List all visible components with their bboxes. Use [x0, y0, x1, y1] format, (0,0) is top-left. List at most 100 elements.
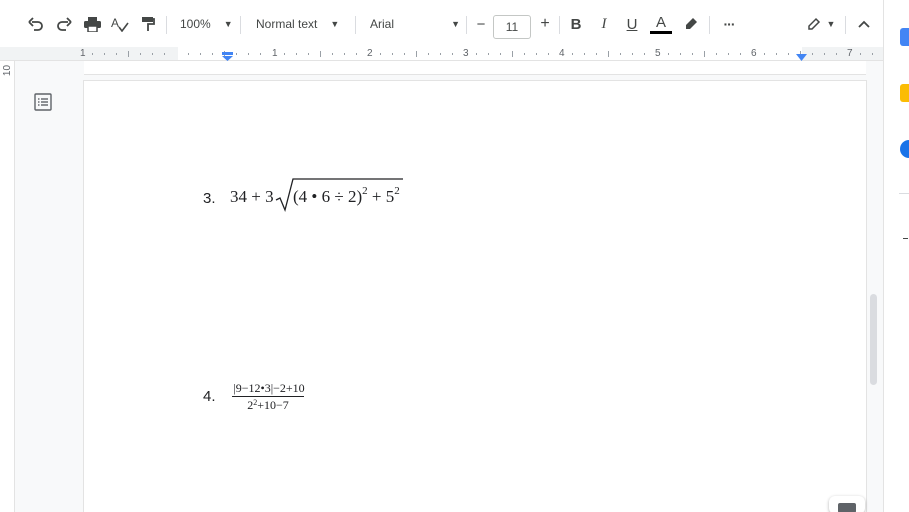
equation-3[interactable]: 34 + 3 — [230, 187, 274, 207]
ruler-tick — [692, 53, 693, 55]
ruler-tick — [872, 53, 873, 55]
text-color-button[interactable]: A — [649, 12, 673, 36]
equation-3-radicand: (4 • 6 ÷ 2)2 + 52 — [293, 185, 400, 207]
side-panel — [883, 0, 909, 512]
ruler-half-tick — [704, 51, 705, 57]
ruler-tick — [524, 53, 525, 55]
toolbar-divider — [166, 16, 167, 34]
paragraph-style-select[interactable]: Normal text ▼ — [256, 12, 348, 36]
keep-icon[interactable] — [900, 84, 909, 102]
collapse-menus-icon[interactable] — [853, 12, 875, 36]
ruler-margin-right — [802, 47, 883, 60]
ruler-tick — [716, 53, 717, 55]
chevron-down-icon: ▼ — [826, 19, 836, 29]
ruler-number: 2 — [367, 48, 373, 59]
svg-text:A: A — [111, 16, 119, 30]
ruler-number: 1 — [272, 48, 278, 59]
vertical-ruler[interactable]: 10 — [0, 61, 15, 512]
decrease-font-size-button[interactable]: − — [471, 12, 491, 36]
ruler-tick — [728, 53, 729, 55]
toolbar: A 100% ▼ Normal text ▼ Arial ▼ − 11 + B … — [0, 0, 883, 47]
ruler-tick — [488, 53, 489, 55]
ruler-tick — [500, 53, 501, 55]
ruler-tick — [92, 53, 93, 55]
ruler-tick — [764, 53, 765, 55]
equation-3-exponent: 2 — [362, 185, 368, 197]
equation-3-radicand-base: (4 • 6 ÷ 2) — [293, 187, 363, 206]
ruler-tick — [428, 53, 429, 55]
font-size-input[interactable]: 11 — [493, 15, 531, 39]
ruler-tick — [344, 53, 345, 55]
equation-3-prefix: 34 + 3 — [230, 187, 274, 206]
side-panel-divider — [899, 193, 909, 194]
ruler-half-tick — [320, 51, 321, 57]
italic-button[interactable]: I — [593, 12, 615, 36]
ruler-tick — [164, 53, 165, 55]
indent-marker-right[interactable] — [796, 54, 807, 61]
ruler-tick — [260, 53, 261, 55]
font-select[interactable]: Arial ▼ — [370, 12, 460, 36]
ruler-tick — [188, 53, 189, 55]
ruler-number: 3 — [463, 48, 469, 59]
ruler-tick — [632, 53, 633, 55]
ruler-tick — [356, 53, 357, 55]
ruler-tick — [200, 53, 201, 55]
increase-font-size-button[interactable]: + — [535, 12, 555, 36]
ruler-tick — [824, 53, 825, 55]
font-value: Arial — [370, 17, 395, 31]
redo-icon[interactable] — [53, 12, 75, 36]
chevron-down-icon: ▼ — [451, 19, 460, 29]
calendar-icon[interactable] — [900, 28, 909, 46]
ruler-tick — [296, 53, 297, 55]
toolbar-divider — [466, 16, 467, 34]
list-item-number: 3. — [203, 190, 216, 207]
document-outline-icon[interactable] — [34, 93, 52, 111]
toolbar-divider — [559, 16, 560, 34]
text-color-bar — [650, 30, 672, 34]
previous-page-edge — [84, 61, 866, 75]
vertical-scrollbar-thumb[interactable] — [870, 294, 877, 385]
document-page[interactable] — [84, 81, 866, 512]
indent-marker-left[interactable] — [222, 52, 233, 61]
ruler-number: 4 — [559, 48, 565, 59]
ruler-number: 5 — [655, 48, 661, 59]
editing-mode-select[interactable]: ▼ — [804, 12, 838, 36]
ruler-tick — [404, 53, 405, 55]
explore-button[interactable] — [829, 496, 865, 512]
bold-button[interactable]: B — [565, 12, 587, 36]
ruler-tick — [836, 53, 837, 55]
zoom-select[interactable]: 100% ▼ — [180, 12, 236, 36]
toolbar-divider — [240, 16, 241, 34]
ruler-tick — [116, 53, 117, 55]
horizontal-ruler[interactable]: 1 1 2 3 4 5 6 7 — [0, 47, 883, 61]
paragraph-style-value: Normal text — [256, 17, 318, 31]
more-options-button[interactable]: ··· — [718, 12, 740, 36]
ruler-tick — [548, 53, 549, 55]
equation-4-denominator-rest: +10−7 — [257, 398, 289, 412]
undo-icon[interactable] — [25, 12, 47, 36]
text-color-letter: A — [655, 13, 666, 31]
ruler-tick — [392, 53, 393, 55]
pencil-icon — [807, 17, 820, 30]
toolbar-divider — [845, 16, 846, 34]
paint-format-icon[interactable] — [137, 12, 159, 36]
toolbar-divider — [709, 16, 710, 34]
vertical-ruler-number: 10 — [2, 64, 14, 77]
ruler-tick — [668, 53, 669, 55]
equation-4-numerator: |9−12•3|−2+10 — [233, 381, 305, 395]
ruler-tick — [572, 53, 573, 55]
spellcheck-icon[interactable]: A — [109, 12, 131, 36]
underline-button[interactable]: U — [621, 12, 643, 36]
ruler-tick — [284, 53, 285, 55]
highlight-icon[interactable] — [680, 12, 702, 36]
add-addon-icon[interactable] — [903, 238, 908, 239]
ruler-number: 1 — [80, 48, 86, 59]
ruler-tick — [680, 53, 681, 55]
ruler-tick — [380, 53, 381, 55]
ruler-tick — [248, 53, 249, 55]
ruler-half-tick — [608, 51, 609, 57]
ruler-half-tick — [128, 51, 129, 57]
equation-3-exponent: 2 — [394, 185, 400, 197]
ruler-tick — [788, 53, 789, 55]
print-icon[interactable] — [81, 12, 103, 36]
